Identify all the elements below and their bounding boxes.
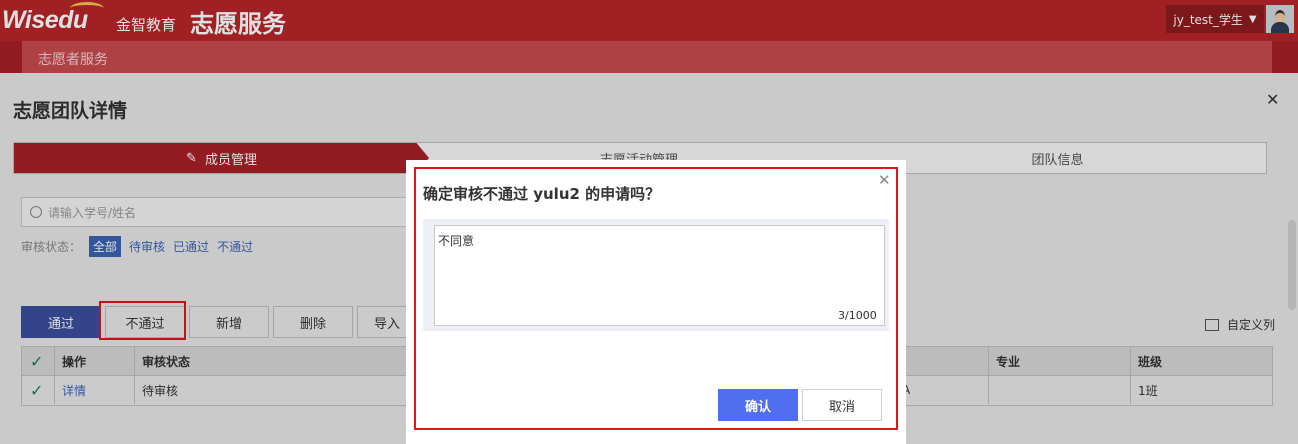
reason-textarea[interactable]: 不同意 xyxy=(434,225,885,326)
dialog-title: 确定审核不通过 yulu2 的申请吗？ xyxy=(423,185,661,203)
char-counter: 3/1000 xyxy=(838,309,877,322)
confirm-button[interactable]: 确认 xyxy=(718,389,798,421)
dialog-close-icon[interactable]: ✕ xyxy=(878,171,891,189)
cancel-button[interactable]: 取消 xyxy=(802,389,882,421)
